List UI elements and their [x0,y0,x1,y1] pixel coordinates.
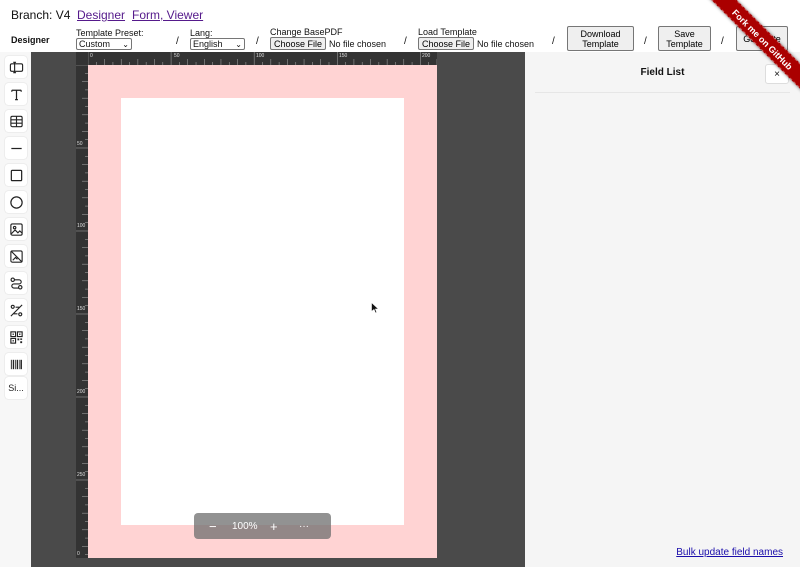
ruler-tick-label: 50 [174,53,180,59]
tool-svg[interactable] [5,245,27,267]
chevron-down-icon: ⌄ [122,39,129,49]
load-template-label: Load Template [418,27,477,37]
tool-rectangle[interactable] [5,164,27,186]
load-template-control: Load Template Choose File No file chosen [418,27,534,50]
template-preset-label: Template Preset: [76,28,144,38]
tool-barcode[interactable] [5,353,27,375]
separator: / [256,36,259,47]
basepdf-choose-file-button[interactable]: Choose File [270,37,327,50]
barcode-icon [10,359,22,369]
template-preset-value: Custom [79,39,111,49]
pdf-page[interactable] [88,65,437,558]
tool-ellipse[interactable] [5,191,27,213]
ruler-corner [76,52,88,65]
separator: / [644,36,647,47]
designer-label: Designer [11,35,50,45]
page-padding-right [404,98,437,525]
ruler-tick-label: 200 [422,53,431,59]
download-template-button[interactable]: Download Template [567,26,634,51]
separator: / [404,36,407,47]
zoom-more-button[interactable]: ··· [299,521,309,532]
ruler-tick-label: 200 [77,389,86,395]
schema-toolbar: Si... [0,52,31,567]
lang-control: Lang: English ⌄ [190,28,245,50]
ruler-horizontal: 0 50 100 150 200 [88,52,437,65]
ruler-tick-label: 250 [77,472,86,478]
lang-select[interactable]: English ⌄ [190,38,245,50]
zoom-in-button[interactable]: + [270,519,278,534]
form-viewer-link[interactable]: Form, Viewer [132,8,203,22]
ruler-tick-label: 50 [77,141,83,147]
zoom-out-button[interactable]: − [209,519,217,534]
ruler-tick-label: 100 [256,53,265,59]
bulk-update-link[interactable]: Bulk update field names [676,547,783,558]
separator: / [552,36,555,47]
table-icon [9,115,23,127]
image-icon [9,222,23,236]
tool-more[interactable]: Si... [5,377,27,399]
ruler-tick-label: 150 [339,53,348,59]
tool-text[interactable] [5,83,27,105]
route-icon [10,277,22,289]
basepdf-file-status: No file chosen [329,38,387,49]
field-list-panel: Field List × Bulk update field names [525,52,800,567]
fork-me-ribbon[interactable]: Fork me on GitHub [703,0,800,99]
tool-signature[interactable] [5,299,27,321]
template-file-status: No file chosen [477,38,535,49]
change-basepdf-control: Change BasePDF Choose File No file chose… [270,27,386,50]
qrcode-icon [9,330,23,344]
zoom-control: − 100% + ··· [194,513,331,539]
tool-qrcode[interactable] [5,326,27,348]
text-icon [10,89,22,100]
rectangle-icon [10,169,22,181]
tool-text-field[interactable] [5,56,27,78]
tool-route[interactable] [5,272,27,294]
tool-table[interactable] [5,110,27,132]
template-preset-control: Template Preset: Custom ⌄ [76,28,144,50]
mouse-cursor-icon [371,302,379,314]
text-field-icon [9,61,23,73]
top-nav: Branch: V4 Designer Form, Viewer [0,0,800,28]
template-preset-select[interactable]: Custom ⌄ [76,38,132,50]
tool-more-label: Si... [8,383,24,393]
lang-value: English [193,39,223,49]
ruler-vertical: 50 100 150 200 250 0 [76,65,88,558]
svg-icon [9,249,23,263]
ruler-tick-label: 0 [90,53,93,59]
branch-label: Branch: V4 [11,8,71,22]
designer-link[interactable]: Designer [77,8,125,22]
lang-label: Lang: [190,28,213,38]
ruler-tick-label: 150 [77,306,86,312]
tool-line[interactable] [5,137,27,159]
signature-icon [9,303,23,317]
template-choose-file-button[interactable]: Choose File [418,37,475,50]
ruler-tick-label: 0 [77,551,80,557]
chevron-down-icon: ⌄ [235,39,242,49]
page-padding-left [88,98,121,525]
tool-image[interactable] [5,218,27,240]
page-padding-top [88,65,437,98]
zoom-value: 100% [232,520,258,532]
ruler-tick-label: 100 [77,223,86,229]
separator: / [176,36,179,47]
github-ribbon: Fork me on GitHub [695,0,800,105]
line-icon [10,147,22,149]
ellipse-icon [9,195,23,209]
change-basepdf-label: Change BasePDF [270,27,343,37]
